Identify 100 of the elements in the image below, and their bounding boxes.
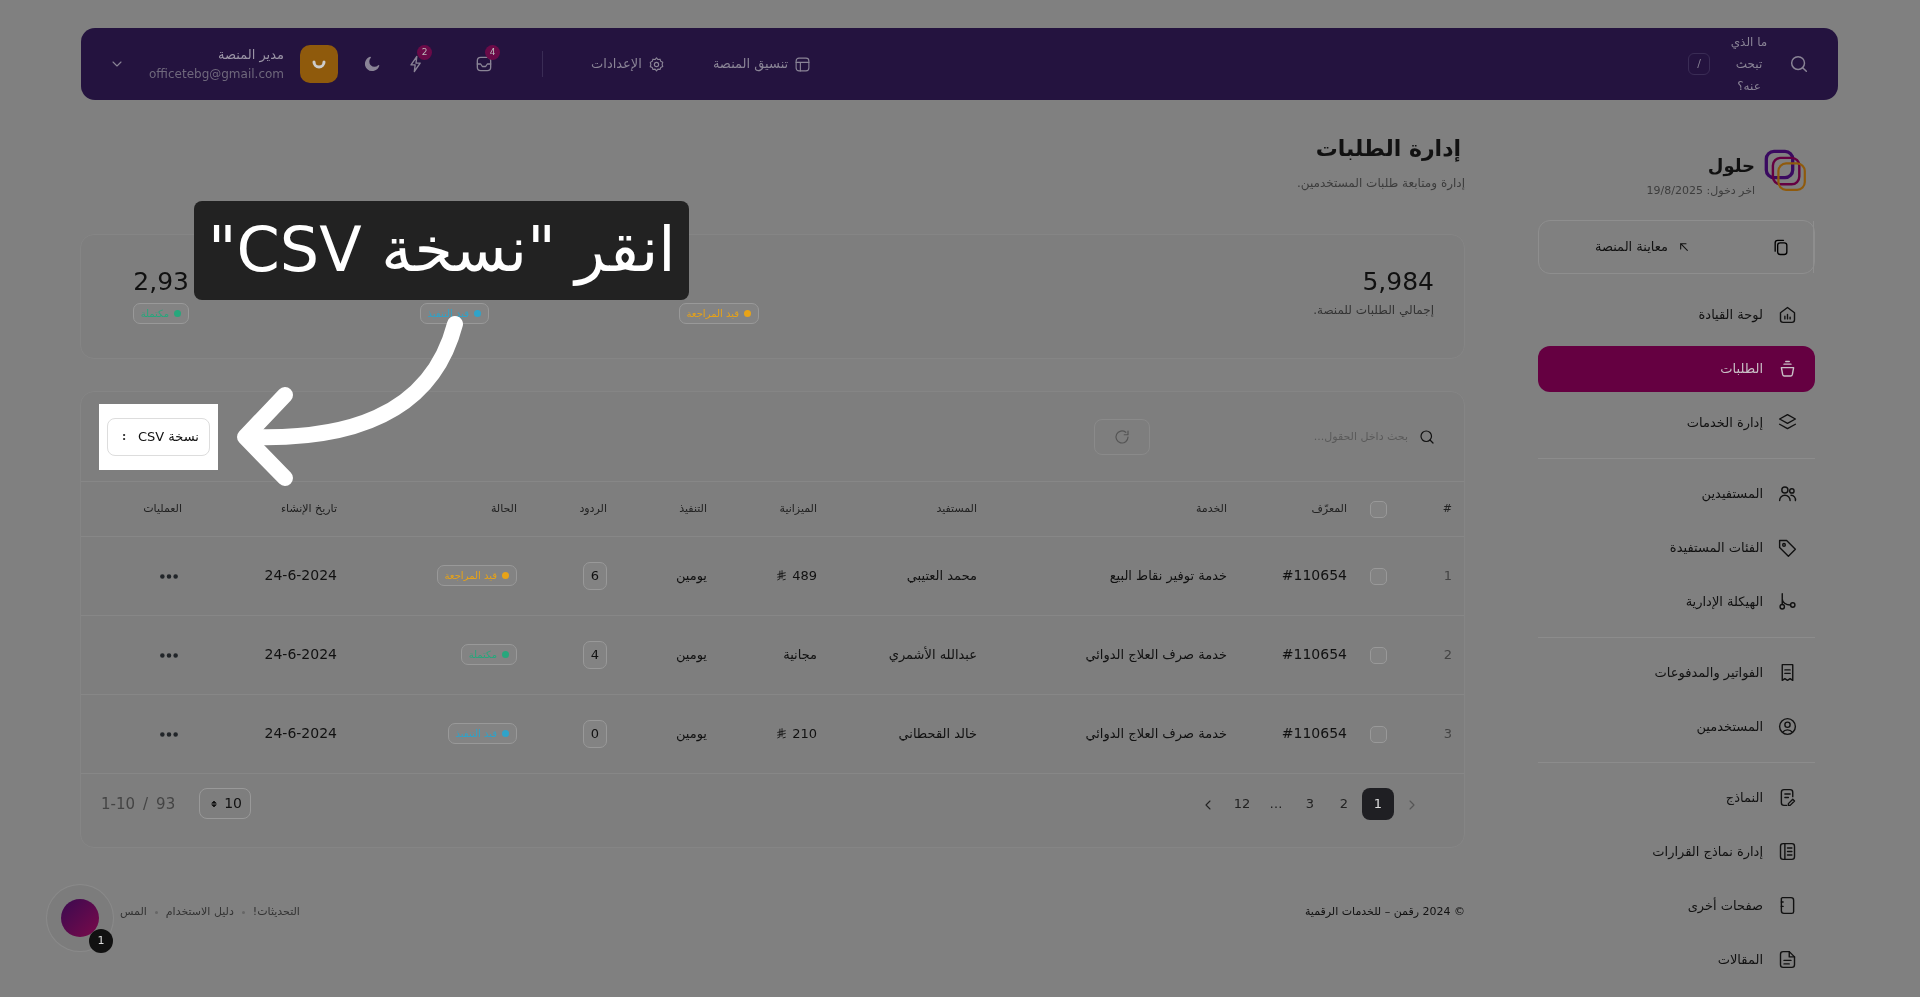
sidebar-item[interactable]: المقالات bbox=[1538, 936, 1815, 983]
table-cell: خالد القحطاني bbox=[898, 726, 977, 742]
chat-logo bbox=[61, 899, 99, 937]
shortcut-key: / bbox=[1688, 53, 1710, 75]
column-header: # bbox=[1442, 501, 1452, 515]
count-badge: 4 bbox=[485, 45, 501, 60]
table-cell: خدمة توفير نقاط البيع bbox=[1109, 568, 1227, 584]
table-cell-text: 210 bbox=[792, 725, 817, 744]
user-email: officetebg@gmail.com bbox=[149, 65, 285, 83]
brand-name: حلول bbox=[1706, 154, 1755, 179]
column-header: العمليات bbox=[143, 501, 182, 515]
status-badge: قيد التنفيذ bbox=[447, 723, 517, 745]
checkbox[interactable] bbox=[1370, 568, 1387, 586]
row-number: 1 bbox=[1443, 568, 1452, 584]
footer-link[interactable]: المس bbox=[120, 904, 147, 921]
column-header: الردود bbox=[579, 501, 607, 515]
table-cell-text: 489 bbox=[792, 567, 817, 586]
search-icon bbox=[1418, 427, 1436, 446]
last-login: اخر دخول: 19/8/2025 bbox=[1646, 183, 1755, 199]
users-icon bbox=[1777, 483, 1798, 504]
home-icon bbox=[1777, 304, 1798, 325]
table-cell: #110654 bbox=[1281, 646, 1347, 663]
column-header: تاريخ الإنشاء bbox=[280, 501, 337, 515]
search-field[interactable]: ما الذي تبحث عنه؟ bbox=[1726, 31, 1772, 97]
footer-link[interactable]: التحديثات! bbox=[252, 904, 300, 921]
column-header: المستفيد bbox=[936, 501, 977, 515]
checkbox[interactable] bbox=[1370, 647, 1387, 665]
stat-value: 2,93 bbox=[132, 267, 189, 298]
status-badge: مكتملة bbox=[460, 644, 517, 666]
total-count: 93 bbox=[156, 793, 176, 815]
stat-value: 5,984 bbox=[1361, 267, 1434, 298]
table-cell: يومين bbox=[675, 647, 707, 663]
layout-icon bbox=[794, 55, 812, 73]
reply-count: 6 bbox=[582, 562, 607, 590]
page-button[interactable]: 1 bbox=[1362, 787, 1394, 820]
row-number: 2 bbox=[1443, 647, 1452, 663]
sidebar-item[interactable]: صفحات أخرى bbox=[1538, 882, 1815, 929]
sidebar-item[interactable]: المستخدمين bbox=[1538, 703, 1815, 750]
page-button[interactable]: … bbox=[1260, 787, 1292, 820]
footer-link[interactable]: دليل الاستخدام bbox=[165, 904, 234, 921]
table-cell: خدمة صرف العلاج الدوائي bbox=[1085, 726, 1227, 742]
page-button[interactable]: 3 bbox=[1294, 787, 1326, 820]
document-icon bbox=[1777, 949, 1798, 970]
checkbox[interactable] bbox=[1370, 500, 1387, 518]
table-cell: يومين bbox=[675, 568, 707, 584]
sidebar-item[interactable]: النماذج bbox=[1538, 774, 1815, 821]
search-icon[interactable] bbox=[1788, 53, 1810, 75]
table-cell: 24-6-2024 bbox=[264, 646, 337, 663]
nav-link[interactable]: الإعدادات bbox=[591, 54, 665, 74]
page-size-select[interactable]: 10 bbox=[199, 788, 252, 820]
page-button[interactable]: 12 bbox=[1226, 787, 1258, 820]
page-range: 1-10 bbox=[101, 793, 136, 815]
table-cell: خدمة صرف العلاج الدوائي bbox=[1085, 647, 1227, 663]
sidebar-item[interactable]: الفئات المستفيدة bbox=[1538, 524, 1815, 571]
sidebar-item[interactable]: الطلبات bbox=[1538, 345, 1815, 392]
chat-button[interactable]: 1 bbox=[47, 885, 113, 951]
tooltip-callout: انقر "نسخة CSV" bbox=[194, 201, 690, 300]
branch-icon bbox=[1777, 591, 1798, 612]
sidebar-item[interactable]: إدارة نماذج القرارات bbox=[1538, 828, 1815, 875]
status-badge: قيد التنفيذ bbox=[419, 303, 489, 325]
table-cell: 24-6-2024 bbox=[264, 567, 337, 584]
page-button[interactable]: 2 bbox=[1328, 787, 1360, 820]
table-cell: #110654 bbox=[1281, 725, 1347, 742]
table-cell: 24-6-2024 bbox=[264, 725, 337, 742]
table-cell: محمد العتيبي bbox=[906, 568, 977, 584]
user-circle-icon bbox=[1777, 716, 1798, 737]
status-badge: قيد المراجعة bbox=[678, 303, 759, 325]
nav-link[interactable]: تنسيق المنصة bbox=[712, 54, 812, 74]
logo-icon bbox=[1763, 148, 1807, 192]
checkbox[interactable] bbox=[1370, 726, 1387, 744]
reply-count: 4 bbox=[582, 641, 607, 669]
page-subtitle: إدارة ومتابعة طلبات المستخدمين. bbox=[1296, 175, 1465, 193]
column-header: الميزانية bbox=[779, 501, 817, 515]
page-title: إدارة الطلبات bbox=[1314, 136, 1461, 163]
user-name: مدير المنصة bbox=[217, 46, 285, 65]
column-header: الخدمة bbox=[1195, 501, 1227, 515]
more-icon bbox=[160, 574, 178, 580]
row-number: 3 bbox=[1443, 726, 1452, 742]
separator: / bbox=[143, 793, 149, 815]
status-badge: قيد المراجعة bbox=[436, 565, 517, 587]
column-header: المعرّف bbox=[1311, 501, 1347, 515]
table-cell-text: مجانية bbox=[783, 646, 817, 665]
sidebar-item[interactable]: لوحة القيادة bbox=[1538, 291, 1815, 338]
export-button[interactable]: نسخة CSV bbox=[107, 418, 210, 456]
sidebar-item[interactable]: الهيكلة الإدارية bbox=[1538, 578, 1815, 625]
sidebar-item[interactable]: إدارة الخدمات bbox=[1538, 399, 1815, 446]
stat-label: إجمالي الطلبات للمنصة. bbox=[1312, 302, 1434, 320]
sidebar-item[interactable]: الفواتير والمدفوعات bbox=[1538, 649, 1815, 696]
count-badge: 2 bbox=[417, 45, 433, 60]
tag-icon bbox=[1777, 537, 1798, 558]
refresh-icon bbox=[1113, 427, 1131, 446]
column-header: التنفيذ bbox=[679, 501, 707, 515]
settings-icon bbox=[647, 55, 665, 73]
column-header: الحالة bbox=[490, 501, 517, 515]
table-cell: يومين bbox=[675, 726, 707, 742]
copyright: © 2024 رقمن – للخدمات الرقمية bbox=[1304, 904, 1465, 921]
status-badge: مكتملة bbox=[132, 303, 189, 325]
table-cell: #110654 bbox=[1281, 567, 1347, 584]
list-icon bbox=[1777, 841, 1798, 862]
sidebar-item[interactable]: المستفيدين bbox=[1538, 470, 1815, 517]
